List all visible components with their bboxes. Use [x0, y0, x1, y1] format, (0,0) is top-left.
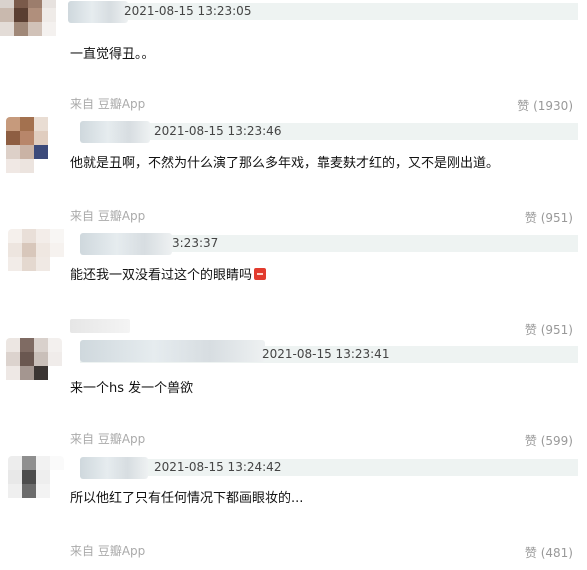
comment-text: 他就是丑啊，不然为什么演了那么多年戏，靠麦麸才红的，又不是刚出道。 [70, 156, 500, 171]
like-count: (481) [540, 546, 573, 560]
comment-text-content: 能还我一双没看过这个的眼睛吗 [70, 268, 253, 283]
comment-source: 来自 豆瓣App [70, 97, 146, 111]
avatar[interactable] [8, 229, 72, 291]
comment-source: 来自 豆瓣App [70, 432, 146, 446]
comment-timestamp: 2021-08-15 13:23:05 [124, 4, 252, 18]
comment-text: 来一个hs 发一个兽欲 [70, 381, 194, 396]
avatar[interactable] [6, 117, 62, 179]
comment-text: 所以他红了只有任何情况下都画眼妆的... [70, 491, 304, 506]
username-blurred[interactable] [80, 233, 172, 255]
avatar[interactable] [6, 338, 62, 400]
comment-source-blurred [70, 319, 130, 333]
comment-text: 一直觉得丑。。 [70, 47, 155, 62]
like-count: (951) [540, 211, 573, 225]
comment-item: 2021-08-15 13:24:42 所以他红了只有任何情况下都画眼妆的...… [0, 452, 587, 564]
like-button[interactable]: 赞 (951) [525, 209, 573, 226]
comment-source: 来自 豆瓣App [70, 544, 146, 558]
avatar[interactable] [8, 456, 64, 518]
comment-text: 能还我一双没看过这个的眼睛吗 [70, 267, 267, 285]
avatar[interactable] [0, 0, 56, 56]
like-button[interactable]: 赞 (1930) [517, 97, 573, 114]
like-button[interactable]: 赞 (599) [525, 432, 573, 449]
comment-source: 来自 豆瓣App [70, 209, 146, 223]
username-blurred[interactable] [80, 121, 150, 143]
emoji-icon [254, 268, 267, 280]
comment-timestamp: 2021-08-15 13:23:46 [154, 124, 282, 138]
comment-timestamp: 3:23:37 [172, 236, 219, 250]
comment-timestamp: 2021-08-15 13:23:41 [262, 347, 390, 361]
comment-item: 2021-08-15 13:23:05 一直觉得丑。。 [0, 0, 587, 106]
comment-item: 2021-08-15 13:23:46 他就是丑啊，不然为什么演了那么多年戏，靠… [0, 117, 587, 229]
comment-item: 2021-08-15 13:23:41 来一个hs 发一个兽欲 来自 豆瓣App… [0, 334, 587, 449]
like-count: (1930) [533, 99, 573, 113]
username-blurred[interactable] [80, 457, 148, 479]
like-label: 赞 [517, 99, 530, 113]
comment-item: 3:23:37 能还我一双没看过这个的眼睛吗 赞 (951) [0, 229, 587, 341]
like-count: (599) [540, 434, 573, 448]
like-label: 赞 [524, 546, 537, 560]
like-button[interactable]: 赞 (481) [525, 544, 573, 561]
username-blurred[interactable] [80, 340, 265, 362]
like-label: 赞 [524, 211, 537, 225]
comment-timestamp: 2021-08-15 13:24:42 [154, 460, 282, 474]
like-label: 赞 [524, 434, 537, 448]
username-blurred[interactable] [68, 1, 128, 23]
